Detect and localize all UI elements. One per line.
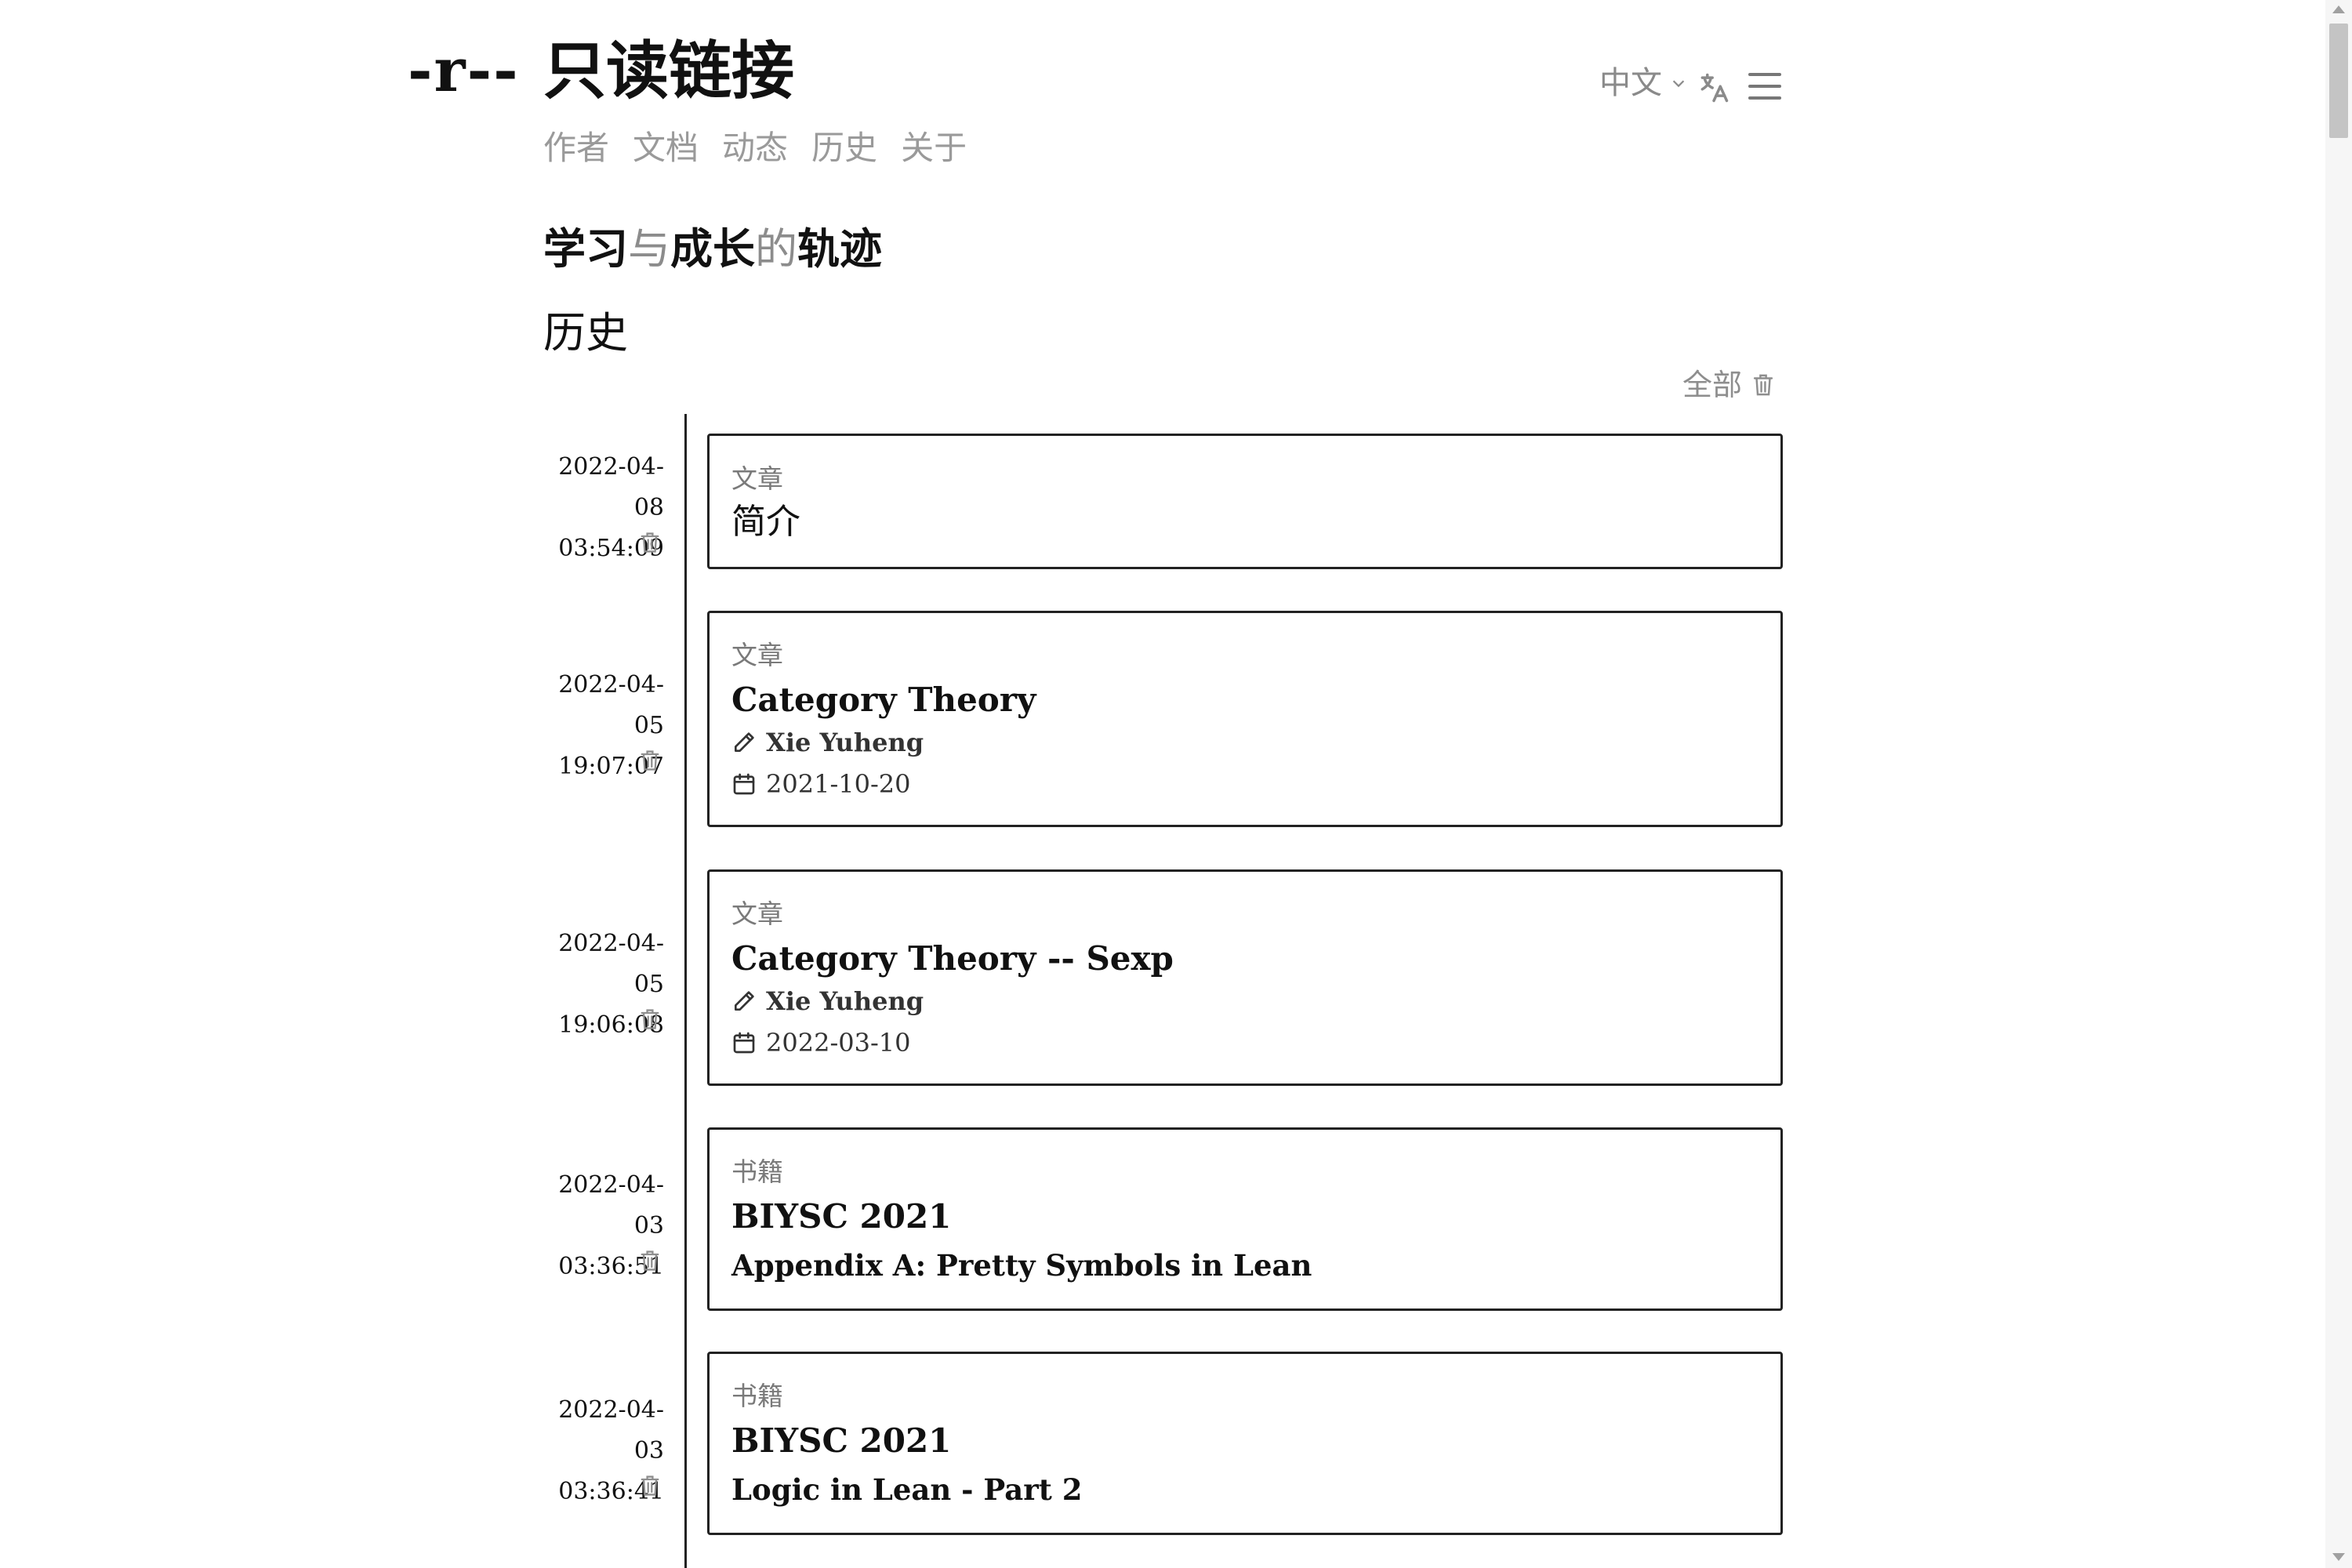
nav-item-docs[interactable]: 文档	[633, 132, 699, 165]
author-name: Xie Yuheng	[766, 986, 924, 1016]
card-kind: 书籍	[731, 1381, 783, 1411]
nav-item-authors[interactable]: 作者	[543, 132, 609, 165]
clear-all-label: 全部	[1682, 368, 1743, 402]
pencil-icon	[735, 991, 754, 1011]
pencil-icon	[735, 732, 754, 752]
tagline-part: 的	[755, 224, 797, 274]
calendar-icon	[733, 773, 755, 795]
history-date: 2022-04-08	[558, 453, 664, 521]
section-title: 历史	[543, 308, 628, 358]
card-kind: 书籍	[731, 1156, 783, 1187]
translate-icon[interactable]	[1697, 71, 1731, 105]
scrollbar-thumb[interactable]	[2329, 24, 2348, 138]
trash-icon[interactable]	[639, 530, 661, 555]
card-date: 2022-03-10	[731, 1030, 911, 1055]
card-title[interactable]: BIYSC 2021	[731, 1425, 951, 1457]
card-title[interactable]: BIYSC 2021	[731, 1200, 951, 1233]
trash-icon[interactable]	[639, 1473, 661, 1498]
tagline-part: 轨迹	[797, 223, 882, 274]
history-card[interactable]: 文章 Category Theory Xie Yuheng 2021-10-20	[707, 611, 1783, 827]
history-date: 2022-04-05	[558, 671, 664, 739]
tagline: 学习与成长的轨迹	[543, 227, 882, 270]
nav-item-about[interactable]: 关于	[901, 132, 967, 165]
author-name: Xie Yuheng	[766, 728, 924, 757]
history-date: 2022-04-03	[558, 1171, 664, 1240]
trash-icon	[1753, 374, 1773, 396]
card-kind: 文章	[731, 640, 783, 670]
tagline-part: 与	[628, 224, 670, 274]
scroll-down-icon[interactable]	[2332, 1552, 2346, 1562]
scroll-up-icon[interactable]	[2332, 5, 2346, 14]
history-date: 2022-04-05	[558, 930, 664, 998]
card-title[interactable]: Category Theory -- Sexp	[731, 942, 1174, 975]
history-card[interactable]: 文章 Category Theory -- Sexp Xie Yuheng 20…	[707, 869, 1783, 1086]
card-subtitle[interactable]: Appendix A: Pretty Symbols in Lean	[731, 1251, 1312, 1280]
scrollbar[interactable]	[2325, 0, 2352, 1568]
language-label: 中文	[1599, 65, 1662, 101]
card-date: 2021-10-20	[731, 771, 911, 797]
language-selector[interactable]: 中文	[1599, 67, 1687, 99]
trash-icon[interactable]	[639, 748, 661, 773]
chevron-down-icon	[1672, 80, 1685, 88]
history-card[interactable]: 书籍 BIYSC 2021 Logic in Lean - Part 2	[707, 1352, 1783, 1535]
tagline-part: 学习	[543, 223, 628, 274]
timeline-line	[684, 414, 687, 1568]
nav-item-activity[interactable]: 动态	[722, 132, 788, 165]
published-date: 2022-03-10	[766, 1028, 911, 1058]
card-kind: 文章	[731, 463, 783, 494]
card-title[interactable]: 简介	[731, 505, 800, 539]
site-title[interactable]: 只读链接	[543, 39, 794, 102]
card-title[interactable]: Category Theory	[731, 684, 1036, 717]
trash-icon[interactable]	[639, 1007, 661, 1032]
card-author: Xie Yuheng	[731, 730, 924, 755]
menu-icon[interactable]	[1747, 71, 1783, 102]
history-date: 2022-04-03	[558, 1396, 664, 1465]
trash-icon[interactable]	[639, 1248, 661, 1273]
nav-item-history[interactable]: 历史	[811, 132, 877, 165]
card-subtitle[interactable]: Logic in Lean - Part 2	[731, 1475, 1082, 1504]
history-card[interactable]: 书籍 BIYSC 2021 Appendix A: Pretty Symbols…	[707, 1127, 1783, 1311]
card-author: Xie Yuheng	[731, 989, 924, 1014]
card-kind: 文章	[731, 898, 783, 929]
published-date: 2021-10-20	[766, 769, 911, 799]
clear-all-button[interactable]: 全部	[1682, 370, 1775, 400]
site-logo[interactable]: -r--	[408, 41, 520, 100]
history-card[interactable]: 文章 简介	[707, 434, 1783, 569]
calendar-icon	[733, 1032, 755, 1054]
main-nav: 作者 文档 动态 历史 关于	[543, 132, 967, 165]
tagline-part: 成长	[670, 223, 755, 274]
